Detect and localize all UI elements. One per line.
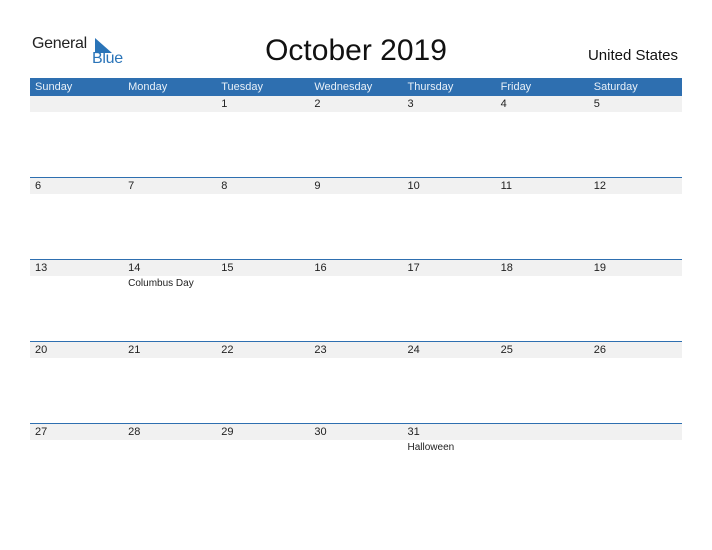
day-number: 14 bbox=[128, 262, 141, 274]
date-strip: 13 14 15 16 17 18 19 bbox=[30, 260, 682, 276]
holiday-label bbox=[589, 440, 682, 454]
day-number: 5 bbox=[593, 98, 600, 110]
holiday-label bbox=[30, 194, 123, 195]
day-number: 22 bbox=[221, 344, 234, 356]
weekday-wednesday: Wednesday bbox=[314, 81, 373, 93]
holiday-label: Halloween bbox=[407, 442, 455, 453]
day-number: 3 bbox=[407, 98, 414, 110]
date-strip: 27 28 29 30 31 bbox=[30, 424, 682, 440]
day-number: 12 bbox=[593, 180, 606, 192]
weekday-tuesday: Tuesday bbox=[221, 81, 264, 93]
country-label: United States bbox=[587, 47, 678, 64]
holiday-label bbox=[216, 194, 309, 195]
events-row: Columbus Day bbox=[30, 276, 682, 290]
holiday-label bbox=[30, 358, 123, 359]
holiday-label bbox=[30, 112, 123, 113]
day-number bbox=[30, 96, 123, 112]
holiday-label bbox=[496, 112, 589, 113]
holiday-label bbox=[589, 358, 682, 359]
weekday-friday: Friday bbox=[500, 81, 532, 93]
holiday-label bbox=[589, 112, 682, 113]
holiday-label bbox=[309, 276, 402, 290]
holiday-label bbox=[309, 112, 402, 113]
day-number: 15 bbox=[221, 262, 234, 274]
holiday-label bbox=[216, 112, 309, 113]
weekday-saturday: Saturday bbox=[593, 81, 638, 93]
weekday-thursday: Thursday bbox=[407, 81, 454, 93]
week-row: 20 21 22 23 24 25 26 bbox=[30, 341, 682, 423]
day-number: 13 bbox=[35, 262, 48, 274]
day-number: 8 bbox=[221, 180, 228, 192]
day-number bbox=[589, 424, 682, 440]
day-number: 21 bbox=[128, 344, 141, 356]
week-row: 27 28 29 30 31 Halloween bbox=[30, 423, 682, 505]
day-number: 6 bbox=[35, 180, 42, 192]
day-number: 2 bbox=[314, 98, 321, 110]
holiday-label bbox=[496, 440, 589, 454]
day-number: 20 bbox=[35, 344, 48, 356]
day-number: 29 bbox=[221, 426, 234, 438]
day-number: 25 bbox=[500, 344, 513, 356]
day-number: 11 bbox=[500, 180, 513, 192]
calendar-grid: Sunday Monday Tuesday Wednesday Thursday… bbox=[30, 78, 682, 505]
holiday-label: Columbus Day bbox=[128, 278, 194, 289]
day-number bbox=[123, 96, 216, 112]
holiday-label bbox=[216, 440, 309, 454]
holiday-label bbox=[589, 276, 682, 290]
week-row: 13 14 15 16 17 18 19 Columbus Day bbox=[30, 259, 682, 341]
date-strip: 6 7 8 9 10 11 12 bbox=[30, 178, 682, 194]
holiday-label bbox=[403, 194, 496, 195]
day-number: 23 bbox=[314, 344, 327, 356]
day-number: 28 bbox=[128, 426, 141, 438]
date-strip: 1 2 3 4 5 bbox=[30, 96, 682, 112]
holiday-label bbox=[403, 358, 496, 359]
holiday-label bbox=[30, 276, 123, 290]
day-number: 4 bbox=[500, 98, 507, 110]
holiday-label bbox=[309, 358, 402, 359]
weekday-header: Sunday Monday Tuesday Wednesday Thursday… bbox=[30, 78, 682, 96]
holiday-label bbox=[496, 358, 589, 359]
holiday-label bbox=[123, 112, 216, 113]
day-number bbox=[496, 424, 589, 440]
week-row: 6 7 8 9 10 11 12 bbox=[30, 177, 682, 259]
day-number: 27 bbox=[35, 426, 48, 438]
date-strip: 20 21 22 23 24 25 26 bbox=[30, 342, 682, 358]
day-number: 30 bbox=[314, 426, 327, 438]
events-row bbox=[30, 112, 682, 113]
week-row: 1 2 3 4 5 bbox=[30, 96, 682, 177]
holiday-label bbox=[403, 276, 496, 290]
holiday-label bbox=[30, 440, 123, 454]
events-row bbox=[30, 358, 682, 359]
day-number: 19 bbox=[593, 262, 606, 274]
day-number: 9 bbox=[314, 180, 321, 192]
holiday-label bbox=[216, 358, 309, 359]
day-number: 7 bbox=[128, 180, 135, 192]
day-number: 24 bbox=[407, 344, 420, 356]
events-row: Halloween bbox=[30, 440, 682, 454]
day-number: 18 bbox=[500, 262, 513, 274]
holiday-label bbox=[216, 276, 309, 290]
day-number: 31 bbox=[407, 426, 420, 438]
holiday-label bbox=[496, 276, 589, 290]
weekday-monday: Monday bbox=[128, 81, 168, 93]
weekday-sunday: Sunday bbox=[35, 81, 73, 93]
day-number: 26 bbox=[593, 344, 606, 356]
holiday-label bbox=[403, 112, 496, 113]
day-number: 17 bbox=[407, 262, 420, 274]
holiday-label bbox=[123, 358, 216, 359]
day-number: 10 bbox=[407, 180, 420, 192]
holiday-label bbox=[123, 440, 216, 454]
holiday-label bbox=[309, 440, 402, 454]
holiday-label bbox=[589, 194, 682, 195]
day-number: 1 bbox=[221, 98, 228, 110]
holiday-label bbox=[496, 194, 589, 195]
events-row bbox=[30, 194, 682, 195]
day-number: 16 bbox=[314, 262, 327, 274]
holiday-label bbox=[309, 194, 402, 195]
holiday-label bbox=[123, 194, 216, 195]
